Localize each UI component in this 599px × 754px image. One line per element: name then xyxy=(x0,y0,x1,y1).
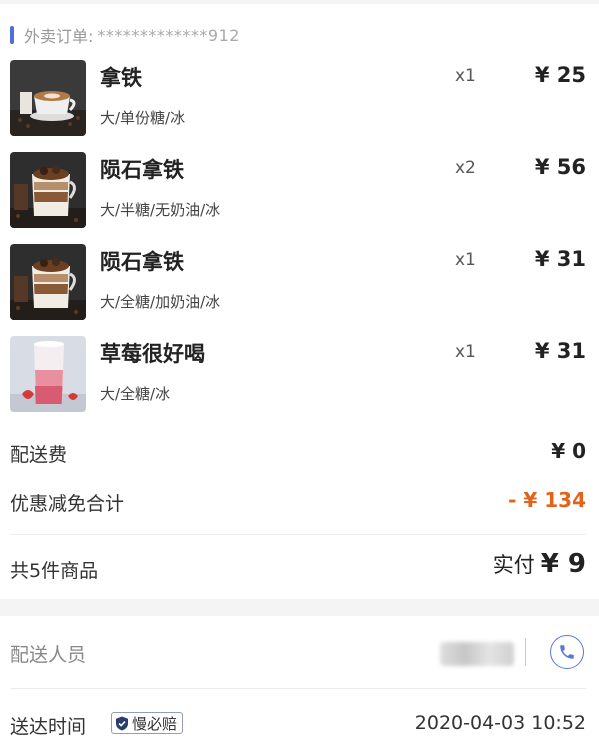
late-compensation-badge[interactable]: 慢必赔 xyxy=(111,712,184,734)
item-qty: x2 xyxy=(455,158,476,178)
item-price: ¥ 31 xyxy=(534,339,586,363)
discount-value: - ¥ 134 xyxy=(508,488,586,512)
item-name: 陨石拿铁 xyxy=(100,250,184,274)
list-item[interactable]: 陨石拿铁 大/全糖/加奶油/冰 x1 ¥ 31 xyxy=(0,244,599,322)
courier-name-blurred xyxy=(440,642,514,666)
shield-check-icon xyxy=(116,716,128,730)
courier-label: 配送人员 xyxy=(10,644,87,666)
list-item[interactable]: 草莓很好喝 大/全糖/冰 x1 ¥ 31 xyxy=(0,336,599,414)
order-card: 外卖订单: *************912 拿铁 大/单份糖/冰 x1 ¥ 2… xyxy=(0,4,599,599)
list-item[interactable]: 陨石拿铁 大/半糖/无奶油/冰 x2 ¥ 56 xyxy=(0,152,599,230)
delivery-card: 配送人员 送达时间 慢必赔 2020-04-03 10:52 xyxy=(0,616,599,754)
item-name: 拿铁 xyxy=(100,66,142,90)
paid-label: 实付 xyxy=(492,553,535,577)
item-name: 陨石拿铁 xyxy=(100,158,184,182)
arrive-time-label: 送达时间 xyxy=(10,716,87,738)
arrive-time-value: 2020-04-03 10:52 xyxy=(414,712,586,734)
item-qty: x1 xyxy=(455,250,476,270)
paid-value: ¥ 9 xyxy=(540,549,586,579)
paid-amount: 实付 ¥ 9 xyxy=(493,549,586,579)
item-qty: x1 xyxy=(455,342,476,362)
call-courier-button[interactable] xyxy=(550,635,584,669)
item-price: ¥ 31 xyxy=(534,247,586,271)
item-price: ¥ 25 xyxy=(534,63,586,87)
delivery-fee-value: ¥ 0 xyxy=(551,439,586,463)
item-spec: 大/半糖/无奶油/冰 xyxy=(100,201,221,219)
total-items-label: 共5件商品 xyxy=(10,560,99,582)
list-item[interactable]: 拿铁 大/单份糖/冰 x1 ¥ 25 xyxy=(0,60,599,138)
strawberry-drink-image xyxy=(10,336,86,412)
discount-label: 优惠减免合计 xyxy=(10,493,125,515)
badge-label: 慢必赔 xyxy=(132,714,178,733)
order-header-label: 外卖订单: xyxy=(24,27,94,46)
latte-image xyxy=(10,60,86,136)
item-spec: 大/全糖/冰 xyxy=(100,385,171,403)
divider xyxy=(10,688,586,689)
delivery-fee-label: 配送费 xyxy=(10,444,68,466)
order-header: 外卖订单: *************912 xyxy=(10,22,240,48)
item-spec: 大/单份糖/冰 xyxy=(100,109,186,127)
item-name: 草莓很好喝 xyxy=(100,342,205,366)
item-spec: 大/全糖/加奶油/冰 xyxy=(100,293,221,311)
phone-icon xyxy=(560,645,574,659)
accent-bar xyxy=(10,26,14,44)
divider xyxy=(10,534,586,535)
meteorite-latte-image xyxy=(10,152,86,228)
item-price: ¥ 56 xyxy=(534,155,586,179)
meteorite-latte-image xyxy=(10,244,86,320)
order-number: *************912 xyxy=(97,25,240,45)
vertical-divider xyxy=(525,638,526,666)
item-qty: x1 xyxy=(455,66,476,86)
